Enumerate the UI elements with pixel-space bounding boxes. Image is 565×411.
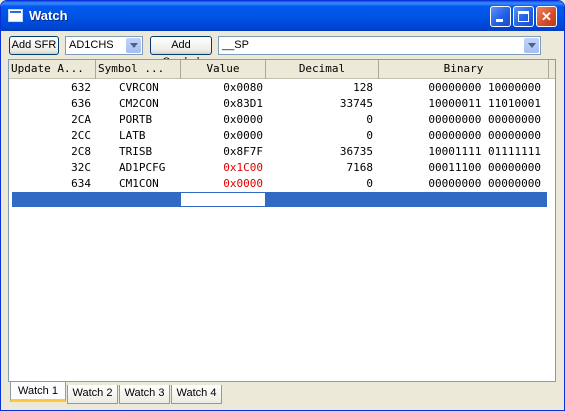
binary-cell: 00000000 10000000 [428,81,541,94]
decimal-cell: 7168 [346,161,374,174]
decimal-cell: 33745 [339,97,373,110]
binary-cell: 10001111 01111111 [428,145,541,158]
table-row[interactable]: 634 CM1CON 0x0000 0 00000000 00000000 [9,176,555,192]
symbol-cell: PORTB [119,113,153,126]
value-cell[interactable]: 0x0080 [181,80,263,96]
binary-cell: 00000000 00000000 [428,129,541,142]
symbol-cell: TRISB [119,145,153,158]
value-cell[interactable]: 0x8F7F [181,144,263,160]
symbol-cell: CVRCON [119,81,159,94]
column-header-value[interactable]: Value [181,60,266,79]
address-cell: 632 [71,81,91,94]
value-cell[interactable]: 0x83D1 [181,96,263,112]
watch-grid: Update A... Symbol ... Value Decimal Bin… [8,59,556,382]
add-symbol-button[interactable]: Add Symbol [150,36,212,68]
decimal-cell: 128 [353,81,373,94]
window-title: Watch [29,8,68,23]
binary-cell: 00011100 00000000 [428,161,541,174]
table-row[interactable]: 2CA PORTB 0x0000 0 00000000 00000000 [9,112,555,128]
chevron-down-icon[interactable] [126,38,141,53]
toolbar: Add SFR AD1CHS Add Symbol __SP [4,31,561,68]
minimize-button[interactable] [490,6,511,27]
symbol-cell: AD1PCFG [119,161,166,174]
symbol-cell: LATB [119,129,146,142]
new-entry-value-field[interactable] [181,193,265,206]
value-cell[interactable]: 0x1C00 [181,160,263,176]
value-cell[interactable]: 0x0000 [181,112,263,128]
title-bar[interactable]: Watch ✕ [1,1,564,31]
value-cell[interactable]: 0x0000 [181,128,263,144]
table-row[interactable]: 2CC LATB 0x0000 0 00000000 00000000 [9,128,555,144]
watch-window: Watch ✕ Add SFR AD1CHS Add Symbol __SP U… [0,0,565,411]
value-cell[interactable]: 0x0000 [181,176,263,192]
grid-header: Update A... Symbol ... Value Decimal Bin… [9,60,555,79]
tab-watch-4[interactable]: Watch 4 [171,385,222,404]
symbol-cell: CM1CON [119,177,159,190]
binary-cell: 00000000 00000000 [428,113,541,126]
maximize-icon [518,11,529,22]
column-header-symbol[interactable]: Symbol ... [96,60,181,79]
column-header-decimal[interactable]: Decimal [266,60,379,79]
decimal-cell: 0 [366,113,373,126]
binary-cell: 10000011 11010001 [428,97,541,110]
tab-watch-1[interactable]: Watch 1 [10,382,66,402]
maximize-button[interactable] [513,6,534,27]
tab-watch-2[interactable]: Watch 2 [67,385,118,404]
binary-cell: 00000000 00000000 [428,177,541,190]
symbol-cell: CM2CON [119,97,159,110]
table-row[interactable]: 32C AD1PCFG 0x1C00 7168 00011100 00000000 [9,160,555,176]
window-icon [8,9,23,22]
address-cell: 636 [71,97,91,110]
address-cell: 32C [71,161,91,174]
column-header-binary[interactable]: Binary [379,60,549,79]
table-row[interactable]: 636 CM2CON 0x83D1 33745 10000011 11010001 [9,96,555,112]
symbol-select[interactable]: __SP [218,36,541,55]
decimal-cell: 0 [366,177,373,190]
address-cell: 634 [71,177,91,190]
minimize-icon [496,19,503,22]
sfr-select-value: AD1CHS [69,39,114,51]
table-row[interactable]: 632 CVRCON 0x0080 128 00000000 10000000 [9,80,555,96]
address-cell: 2CA [71,113,91,126]
symbol-select-value: __SP [222,39,249,51]
close-button[interactable]: ✕ [536,6,557,27]
address-cell: 2C8 [71,145,91,158]
address-cell: 2CC [71,129,91,142]
tab-watch-3[interactable]: Watch 3 [119,385,170,404]
close-icon: ✕ [541,9,552,24]
watch-tabs: Watch 1 Watch 2 Watch 3 Watch 4 [8,382,558,406]
decimal-cell: 0 [366,129,373,142]
table-row[interactable]: 2C8 TRISB 0x8F7F 36735 10001111 01111111 [9,144,555,160]
sfr-select[interactable]: AD1CHS [65,36,143,55]
add-sfr-button[interactable]: Add SFR [9,36,59,55]
new-entry-row[interactable] [12,192,547,207]
chevron-down-icon[interactable] [524,38,539,53]
column-header-address[interactable]: Update A... [9,60,96,79]
decimal-cell: 36735 [339,145,373,158]
